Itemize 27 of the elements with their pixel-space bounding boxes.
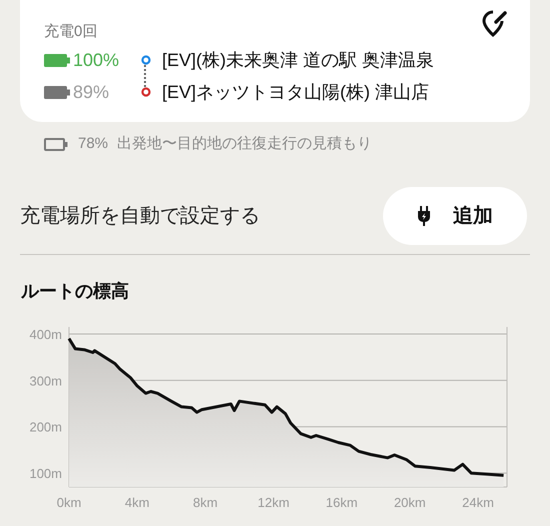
battery-percent: 100%: [73, 48, 120, 72]
end-point-icon: [141, 87, 151, 97]
edit-pin-icon[interactable]: [482, 8, 508, 38]
axis-label: 100m: [29, 466, 62, 482]
battery-percent: 89%: [73, 80, 110, 104]
axis-label: 8km: [193, 495, 218, 510]
station-name[interactable]: [EV](株)未来奥津 道の駅 奥津温泉: [162, 46, 434, 74]
plug-icon: [417, 206, 431, 226]
section-heading: ルートの標高: [21, 280, 130, 303]
axis-label: 24km: [462, 495, 494, 510]
battery-empty-icon: [44, 138, 68, 150]
axis-label: 4km: [124, 495, 150, 510]
axis-label: 16km: [326, 495, 358, 510]
station-name[interactable]: [EV]ネッツトヨタ山陽(株) 津山店: [162, 78, 430, 106]
charge-count: 充電0回: [44, 22, 98, 42]
axis-label: 20km: [394, 495, 426, 510]
axis-label: 0km: [56, 495, 82, 510]
axis-label: 12km: [258, 495, 290, 510]
axis-label: 200m: [29, 420, 62, 435]
battery-percent: 78%: [78, 134, 108, 154]
axis-label: 300m: [29, 373, 62, 388]
estimate-note: 出発地〜目的地の往復走行の見積もり: [117, 134, 372, 154]
axis-label: 400m: [29, 326, 62, 342]
auto-charge-label: 充電場所を自動で設定する: [20, 204, 260, 229]
add-button[interactable]: 追加: [383, 187, 527, 245]
start-point-icon: [141, 55, 151, 65]
route-connector: [144, 65, 146, 87]
